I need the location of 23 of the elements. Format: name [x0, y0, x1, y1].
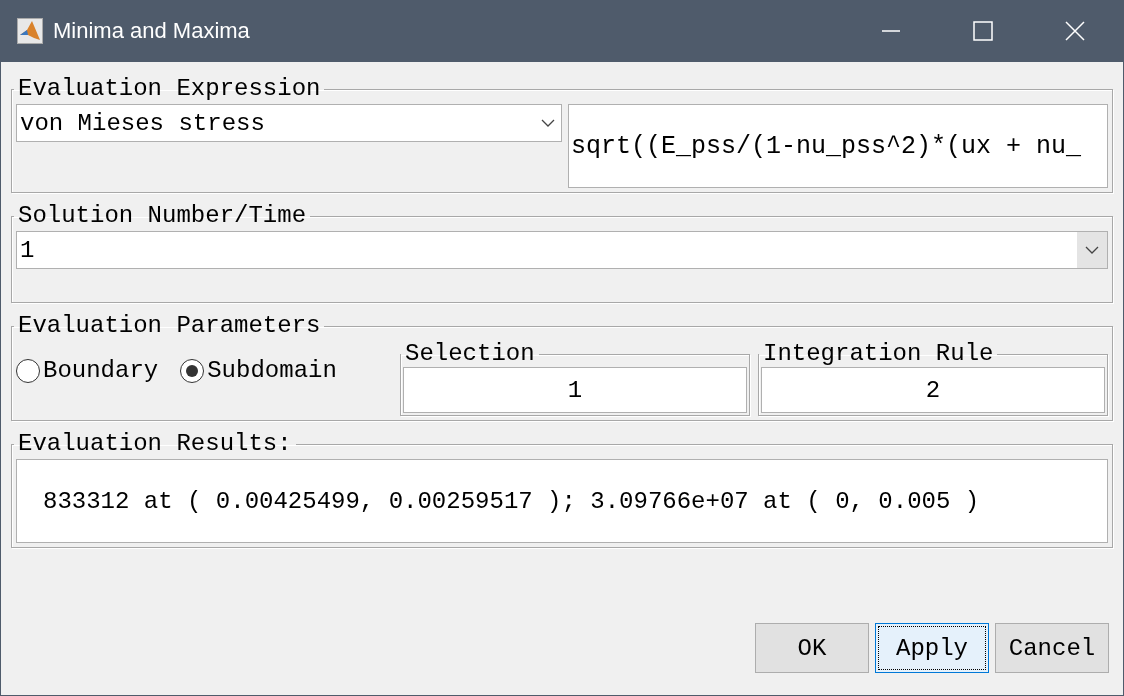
result-field: 833312 at ( 0.00425499, 0.00259517 ); 3.09766e+07 at ( 0, 0.005 )	[16, 459, 1108, 543]
close-icon[interactable]	[1065, 21, 1085, 41]
peak-logo-icon	[17, 18, 43, 44]
dialog-button[interactable]: OK	[755, 623, 869, 673]
caret-icon	[1085, 245, 1099, 255]
radio-option[interactable]: Subdomain	[180, 357, 337, 384]
group-title: Selection	[404, 341, 536, 367]
group-title: Integration Rule	[762, 341, 995, 367]
dropdown[interactable]: 1	[16, 231, 1108, 269]
input-field[interactable]: 2	[761, 367, 1105, 413]
window-title: Minima and Maxima	[53, 18, 250, 44]
input-field[interactable]: sqrt((E_pss/(1-nu_pss^2)*(ux + nu_	[568, 104, 1108, 188]
maximize-icon[interactable]	[973, 21, 993, 41]
group-title: Evaluation Results:	[17, 431, 293, 457]
radio-option[interactable]: Boundary	[16, 357, 159, 384]
group-title: Evaluation Expression	[17, 76, 322, 102]
group-title: Evaluation Parameters	[17, 313, 322, 339]
dialog-button[interactable]: Apply	[875, 623, 989, 673]
input-field[interactable]: 1	[403, 367, 747, 413]
group-title: Solution Number/Time	[17, 203, 308, 229]
dialog-button[interactable]: Cancel	[995, 623, 1109, 673]
dropdown[interactable]: von Mieses stress	[16, 104, 562, 142]
caret-icon	[541, 118, 555, 128]
